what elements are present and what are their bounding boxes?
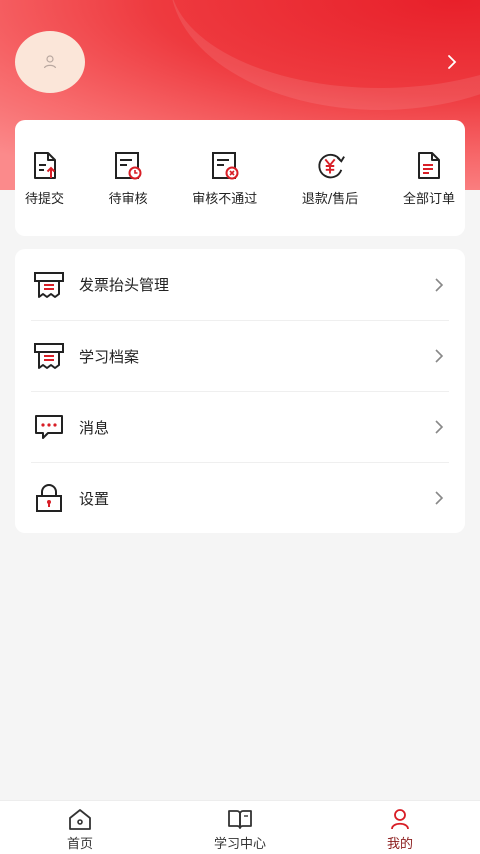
order-pending-submit[interactable]: 待提交	[25, 120, 64, 236]
home-icon	[67, 807, 93, 831]
archive-icon	[33, 340, 65, 372]
order-review-failed-label: 审核不通过	[192, 192, 258, 207]
order-refund-label: 退款/售后	[301, 192, 359, 207]
chevron-right-icon	[429, 275, 449, 295]
invoice-icon	[33, 269, 65, 301]
chevron-right-icon	[448, 55, 457, 69]
menu-item-messages-label: 消息	[79, 418, 110, 437]
menu-item-settings-label: 设置	[79, 489, 110, 508]
menu-item-invoice-title-label: 发票抬头管理	[79, 276, 170, 294]
menu-item-messages[interactable]: 消息	[31, 391, 449, 462]
yuan-refund-icon	[314, 150, 346, 182]
menu-item-settings[interactable]: 设置	[31, 462, 449, 533]
menu-item-study-archive-label: 学习档案	[79, 347, 140, 366]
document-reject-icon	[209, 150, 241, 182]
order-refund[interactable]: 退款/售后	[302, 120, 358, 236]
tab-study-label: 学习中心	[213, 837, 266, 852]
order-review-failed[interactable]: 审核不通过	[192, 120, 257, 236]
order-pending-review-label: 待审核	[108, 192, 148, 207]
document-clock-icon	[112, 150, 144, 182]
profile-arrow-button[interactable]	[440, 50, 464, 74]
document-upload-icon	[29, 150, 61, 182]
tab-mine[interactable]: 我的	[340, 801, 460, 854]
order-pending-submit-label: 待提交	[25, 192, 65, 207]
tab-mine-label: 我的	[386, 837, 413, 852]
lock-icon	[33, 482, 65, 514]
order-all[interactable]: 全部订单	[403, 120, 455, 236]
order-pending-review[interactable]: 待审核	[109, 120, 148, 236]
user-icon	[387, 807, 413, 831]
menu-item-invoice-title[interactable]: 发票抬头管理	[31, 249, 449, 320]
avatar[interactable]	[15, 31, 85, 93]
bottom-tab-bar: 首页 学习中心 我的	[0, 800, 480, 854]
tab-home-label: 首页	[66, 837, 93, 852]
user-placeholder-icon	[43, 55, 57, 69]
order-status-card: 待提交 待审核 审核不通过 退款/售后 全部订单	[15, 120, 465, 236]
tab-home[interactable]: 首页	[20, 801, 140, 854]
document-list-icon	[413, 150, 445, 182]
chevron-right-icon	[429, 488, 449, 508]
menu-list: 发票抬头管理 学习档案 消息 设置	[15, 249, 465, 533]
menu-item-study-archive[interactable]: 学习档案	[31, 320, 449, 391]
header-decoration	[170, 0, 480, 110]
chat-bubble-icon	[33, 411, 65, 443]
book-icon	[227, 807, 253, 831]
chevron-right-icon	[429, 417, 449, 437]
tab-study[interactable]: 学习中心	[180, 801, 300, 854]
chevron-right-icon	[429, 346, 449, 366]
order-all-label: 全部订单	[402, 192, 455, 207]
